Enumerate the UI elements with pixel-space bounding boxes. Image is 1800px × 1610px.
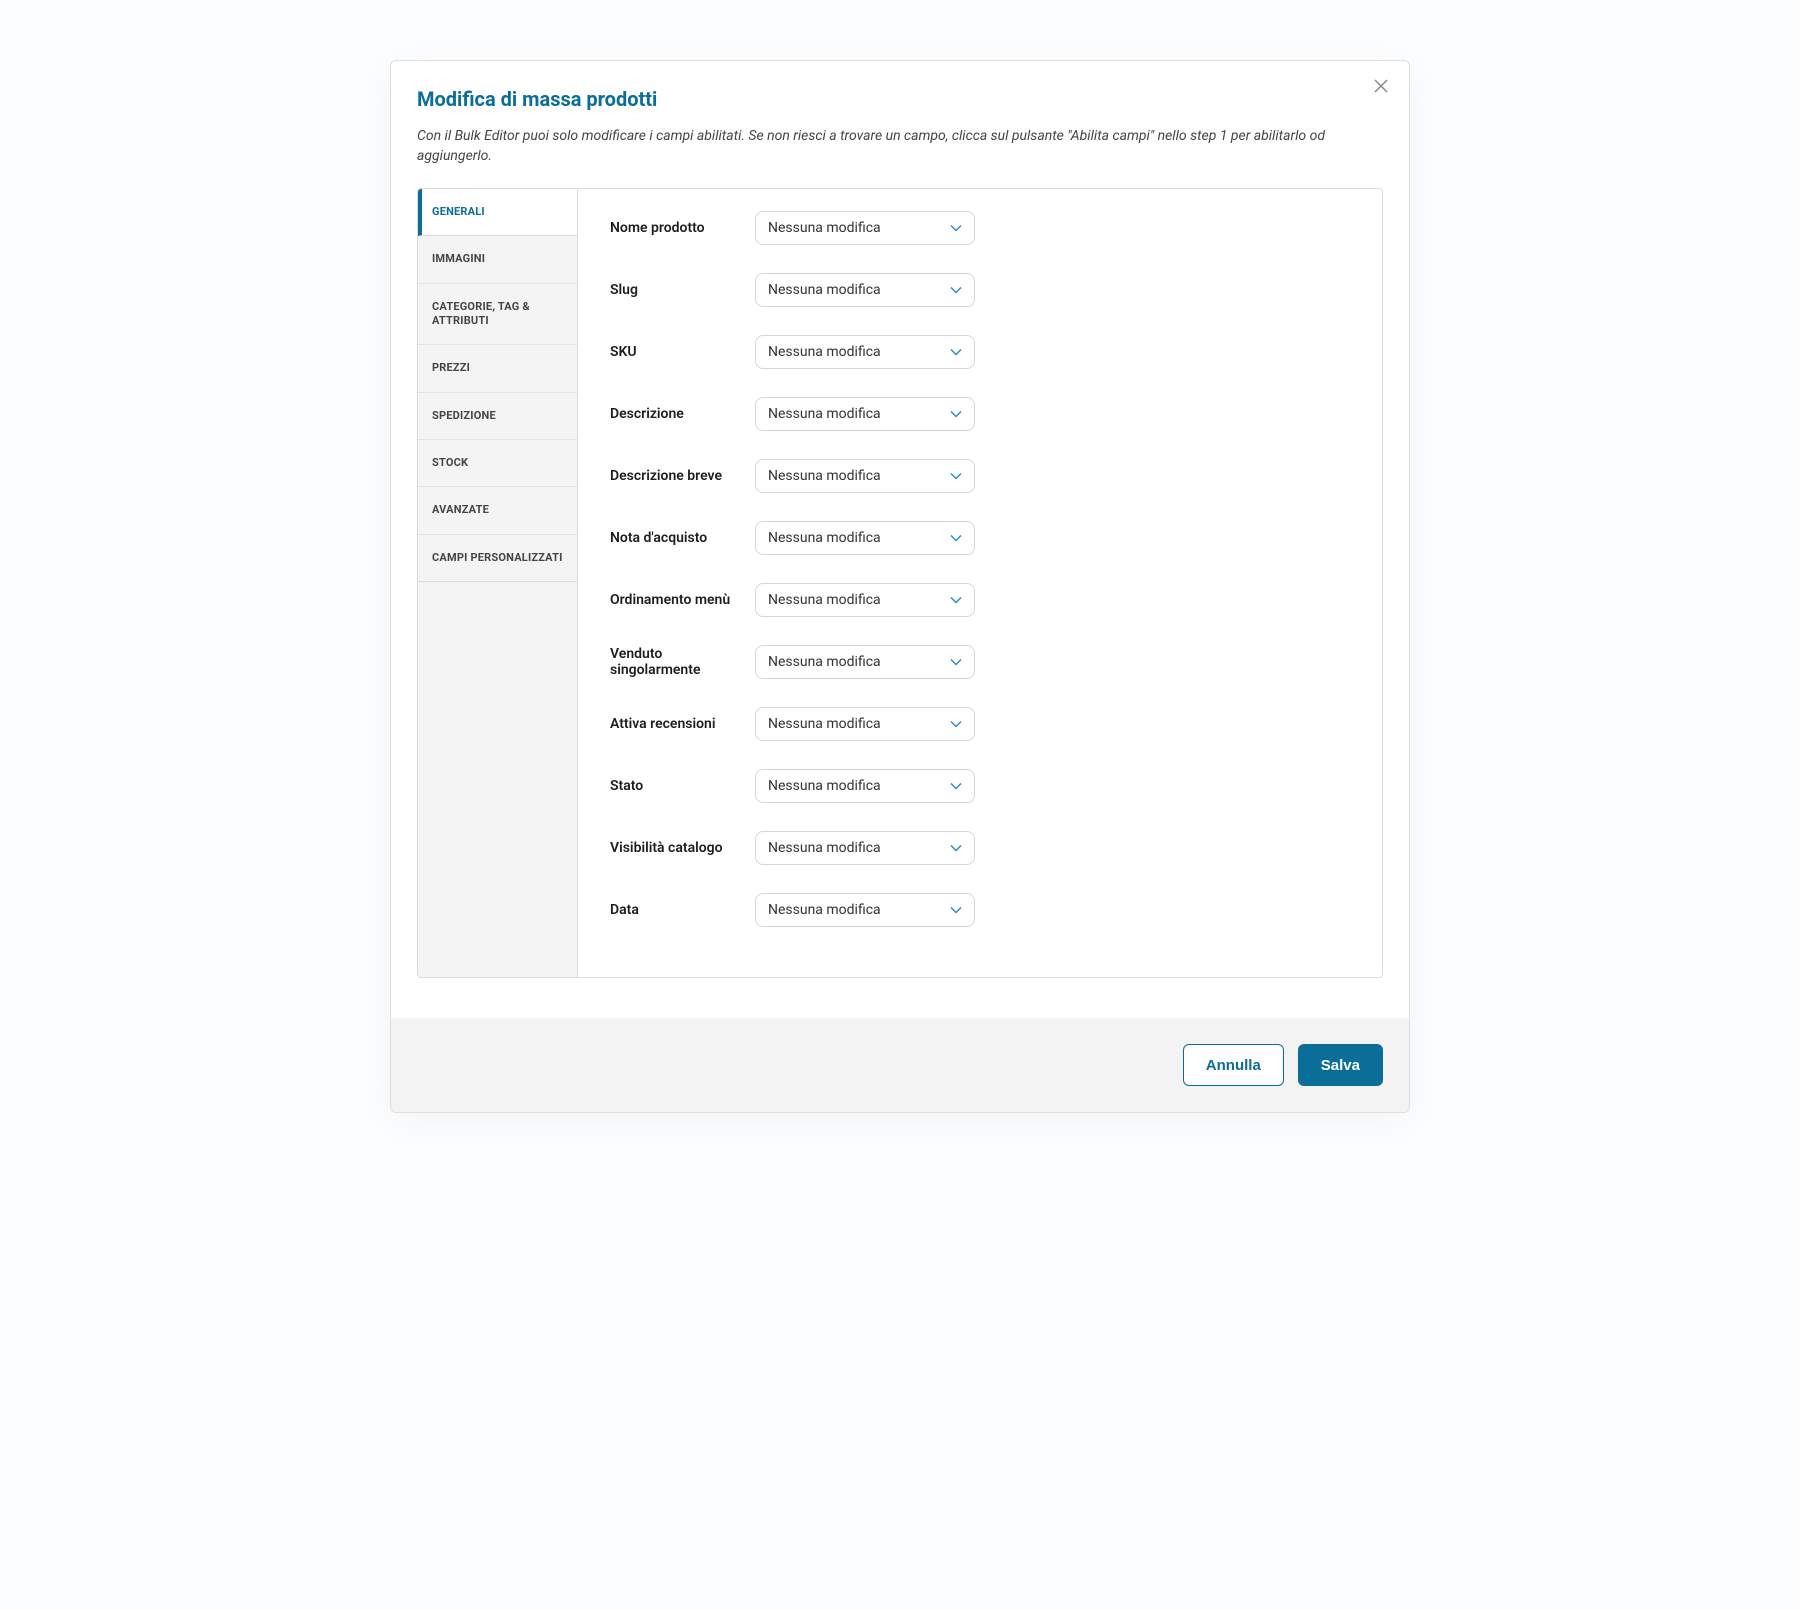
side-tabs: GENERALI IMMAGINI CATEGORIE, TAG & ATTRI… (418, 189, 578, 977)
select-value: Nessuna modifica (768, 468, 881, 484)
field-row-nome-prodotto: Nome prodotto Nessuna modifica (610, 211, 1350, 245)
select-value: Nessuna modifica (768, 716, 881, 732)
field-row-slug: Slug Nessuna modifica (610, 273, 1350, 307)
field-row-sku: SKU Nessuna modifica (610, 335, 1350, 369)
chevron-down-icon (950, 720, 962, 728)
select-value: Nessuna modifica (768, 282, 881, 298)
close-icon (1374, 79, 1388, 96)
field-label: Nome prodotto (610, 220, 755, 236)
field-row-data: Data Nessuna modifica (610, 893, 1350, 927)
tab-label: PREZZI (432, 361, 470, 374)
chevron-down-icon (950, 410, 962, 418)
field-row-visibilita-catalogo: Visibilità catalogo Nessuna modifica (610, 831, 1350, 865)
select-visibilita-catalogo[interactable]: Nessuna modifica (755, 831, 975, 865)
tab-label: CAMPI PERSONALIZZATI (432, 551, 563, 564)
select-value: Nessuna modifica (768, 654, 881, 670)
bulk-edit-modal: Modifica di massa prodotti Con il Bulk E… (390, 60, 1410, 1113)
chevron-down-icon (950, 782, 962, 790)
select-value: Nessuna modifica (768, 778, 881, 794)
tab-avanzate[interactable]: AVANZATE (418, 487, 577, 534)
select-value: Nessuna modifica (768, 220, 881, 236)
chevron-down-icon (950, 472, 962, 480)
field-label: Descrizione breve (610, 468, 755, 484)
field-label: Venduto singolarmente (610, 646, 755, 678)
save-button[interactable]: Salva (1298, 1044, 1383, 1086)
select-attiva-recensioni[interactable]: Nessuna modifica (755, 707, 975, 741)
chevron-down-icon (950, 906, 962, 914)
chevron-down-icon (950, 224, 962, 232)
select-value: Nessuna modifica (768, 840, 881, 856)
chevron-down-icon (950, 658, 962, 666)
chevron-down-icon (950, 286, 962, 294)
tab-categorie[interactable]: CATEGORIE, TAG & ATTRIBUTI (418, 284, 577, 346)
modal-body: Modifica di massa prodotti Con il Bulk E… (391, 61, 1409, 978)
chevron-down-icon (950, 348, 962, 356)
field-row-attiva-recensioni: Attiva recensioni Nessuna modifica (610, 707, 1350, 741)
field-label: Ordinamento menù (610, 592, 755, 608)
chevron-down-icon (950, 844, 962, 852)
tab-label: GENERALI (432, 205, 485, 218)
tab-immagini[interactable]: IMMAGINI (418, 236, 577, 283)
chevron-down-icon (950, 596, 962, 604)
select-nota-acquisto[interactable]: Nessuna modifica (755, 521, 975, 555)
select-venduto-singolarmente[interactable]: Nessuna modifica (755, 645, 975, 679)
field-label: Visibilità catalogo (610, 840, 755, 856)
close-button[interactable] (1369, 75, 1393, 99)
tab-spedizione[interactable]: SPEDIZIONE (418, 393, 577, 440)
select-descrizione[interactable]: Nessuna modifica (755, 397, 975, 431)
select-value: Nessuna modifica (768, 344, 881, 360)
select-nome-prodotto[interactable]: Nessuna modifica (755, 211, 975, 245)
field-label: Descrizione (610, 406, 755, 422)
tab-stock[interactable]: STOCK (418, 440, 577, 487)
modal-footer: Annulla Salva (391, 1018, 1409, 1112)
tab-label: CATEGORIE, TAG & ATTRIBUTI (432, 300, 530, 327)
select-value: Nessuna modifica (768, 530, 881, 546)
field-label: Stato (610, 778, 755, 794)
field-label: Data (610, 902, 755, 918)
select-descrizione-breve[interactable]: Nessuna modifica (755, 459, 975, 493)
modal-description: Con il Bulk Editor puoi solo modificare … (417, 127, 1383, 166)
select-slug[interactable]: Nessuna modifica (755, 273, 975, 307)
tab-content: Nome prodotto Nessuna modifica Slug Ness… (578, 189, 1382, 977)
field-row-ordinamento-menu: Ordinamento menù Nessuna modifica (610, 583, 1350, 617)
tab-campi-personalizzati[interactable]: CAMPI PERSONALIZZATI (418, 535, 577, 582)
tab-label: IMMAGINI (432, 252, 485, 265)
field-label: SKU (610, 344, 755, 360)
select-sku[interactable]: Nessuna modifica (755, 335, 975, 369)
select-stato[interactable]: Nessuna modifica (755, 769, 975, 803)
field-label: Slug (610, 282, 755, 298)
select-ordinamento-menu[interactable]: Nessuna modifica (755, 583, 975, 617)
select-value: Nessuna modifica (768, 902, 881, 918)
field-label: Attiva recensioni (610, 716, 755, 732)
tab-label: SPEDIZIONE (432, 409, 496, 422)
field-label: Nota d'acquisto (610, 530, 755, 546)
field-row-stato: Stato Nessuna modifica (610, 769, 1350, 803)
tab-prezzi[interactable]: PREZZI (418, 345, 577, 392)
tab-label: AVANZATE (432, 503, 489, 516)
tab-generali[interactable]: GENERALI (418, 189, 577, 236)
tabbed-panel: GENERALI IMMAGINI CATEGORIE, TAG & ATTRI… (417, 188, 1383, 978)
tab-label: STOCK (432, 456, 468, 469)
modal-title: Modifica di massa prodotti (417, 87, 1383, 111)
chevron-down-icon (950, 534, 962, 542)
field-row-venduto-singolarmente: Venduto singolarmente Nessuna modifica (610, 645, 1350, 679)
field-row-descrizione: Descrizione Nessuna modifica (610, 397, 1350, 431)
cancel-button[interactable]: Annulla (1183, 1044, 1284, 1086)
select-data[interactable]: Nessuna modifica (755, 893, 975, 927)
select-value: Nessuna modifica (768, 592, 881, 608)
field-row-nota-acquisto: Nota d'acquisto Nessuna modifica (610, 521, 1350, 555)
select-value: Nessuna modifica (768, 406, 881, 422)
field-row-descrizione-breve: Descrizione breve Nessuna modifica (610, 459, 1350, 493)
